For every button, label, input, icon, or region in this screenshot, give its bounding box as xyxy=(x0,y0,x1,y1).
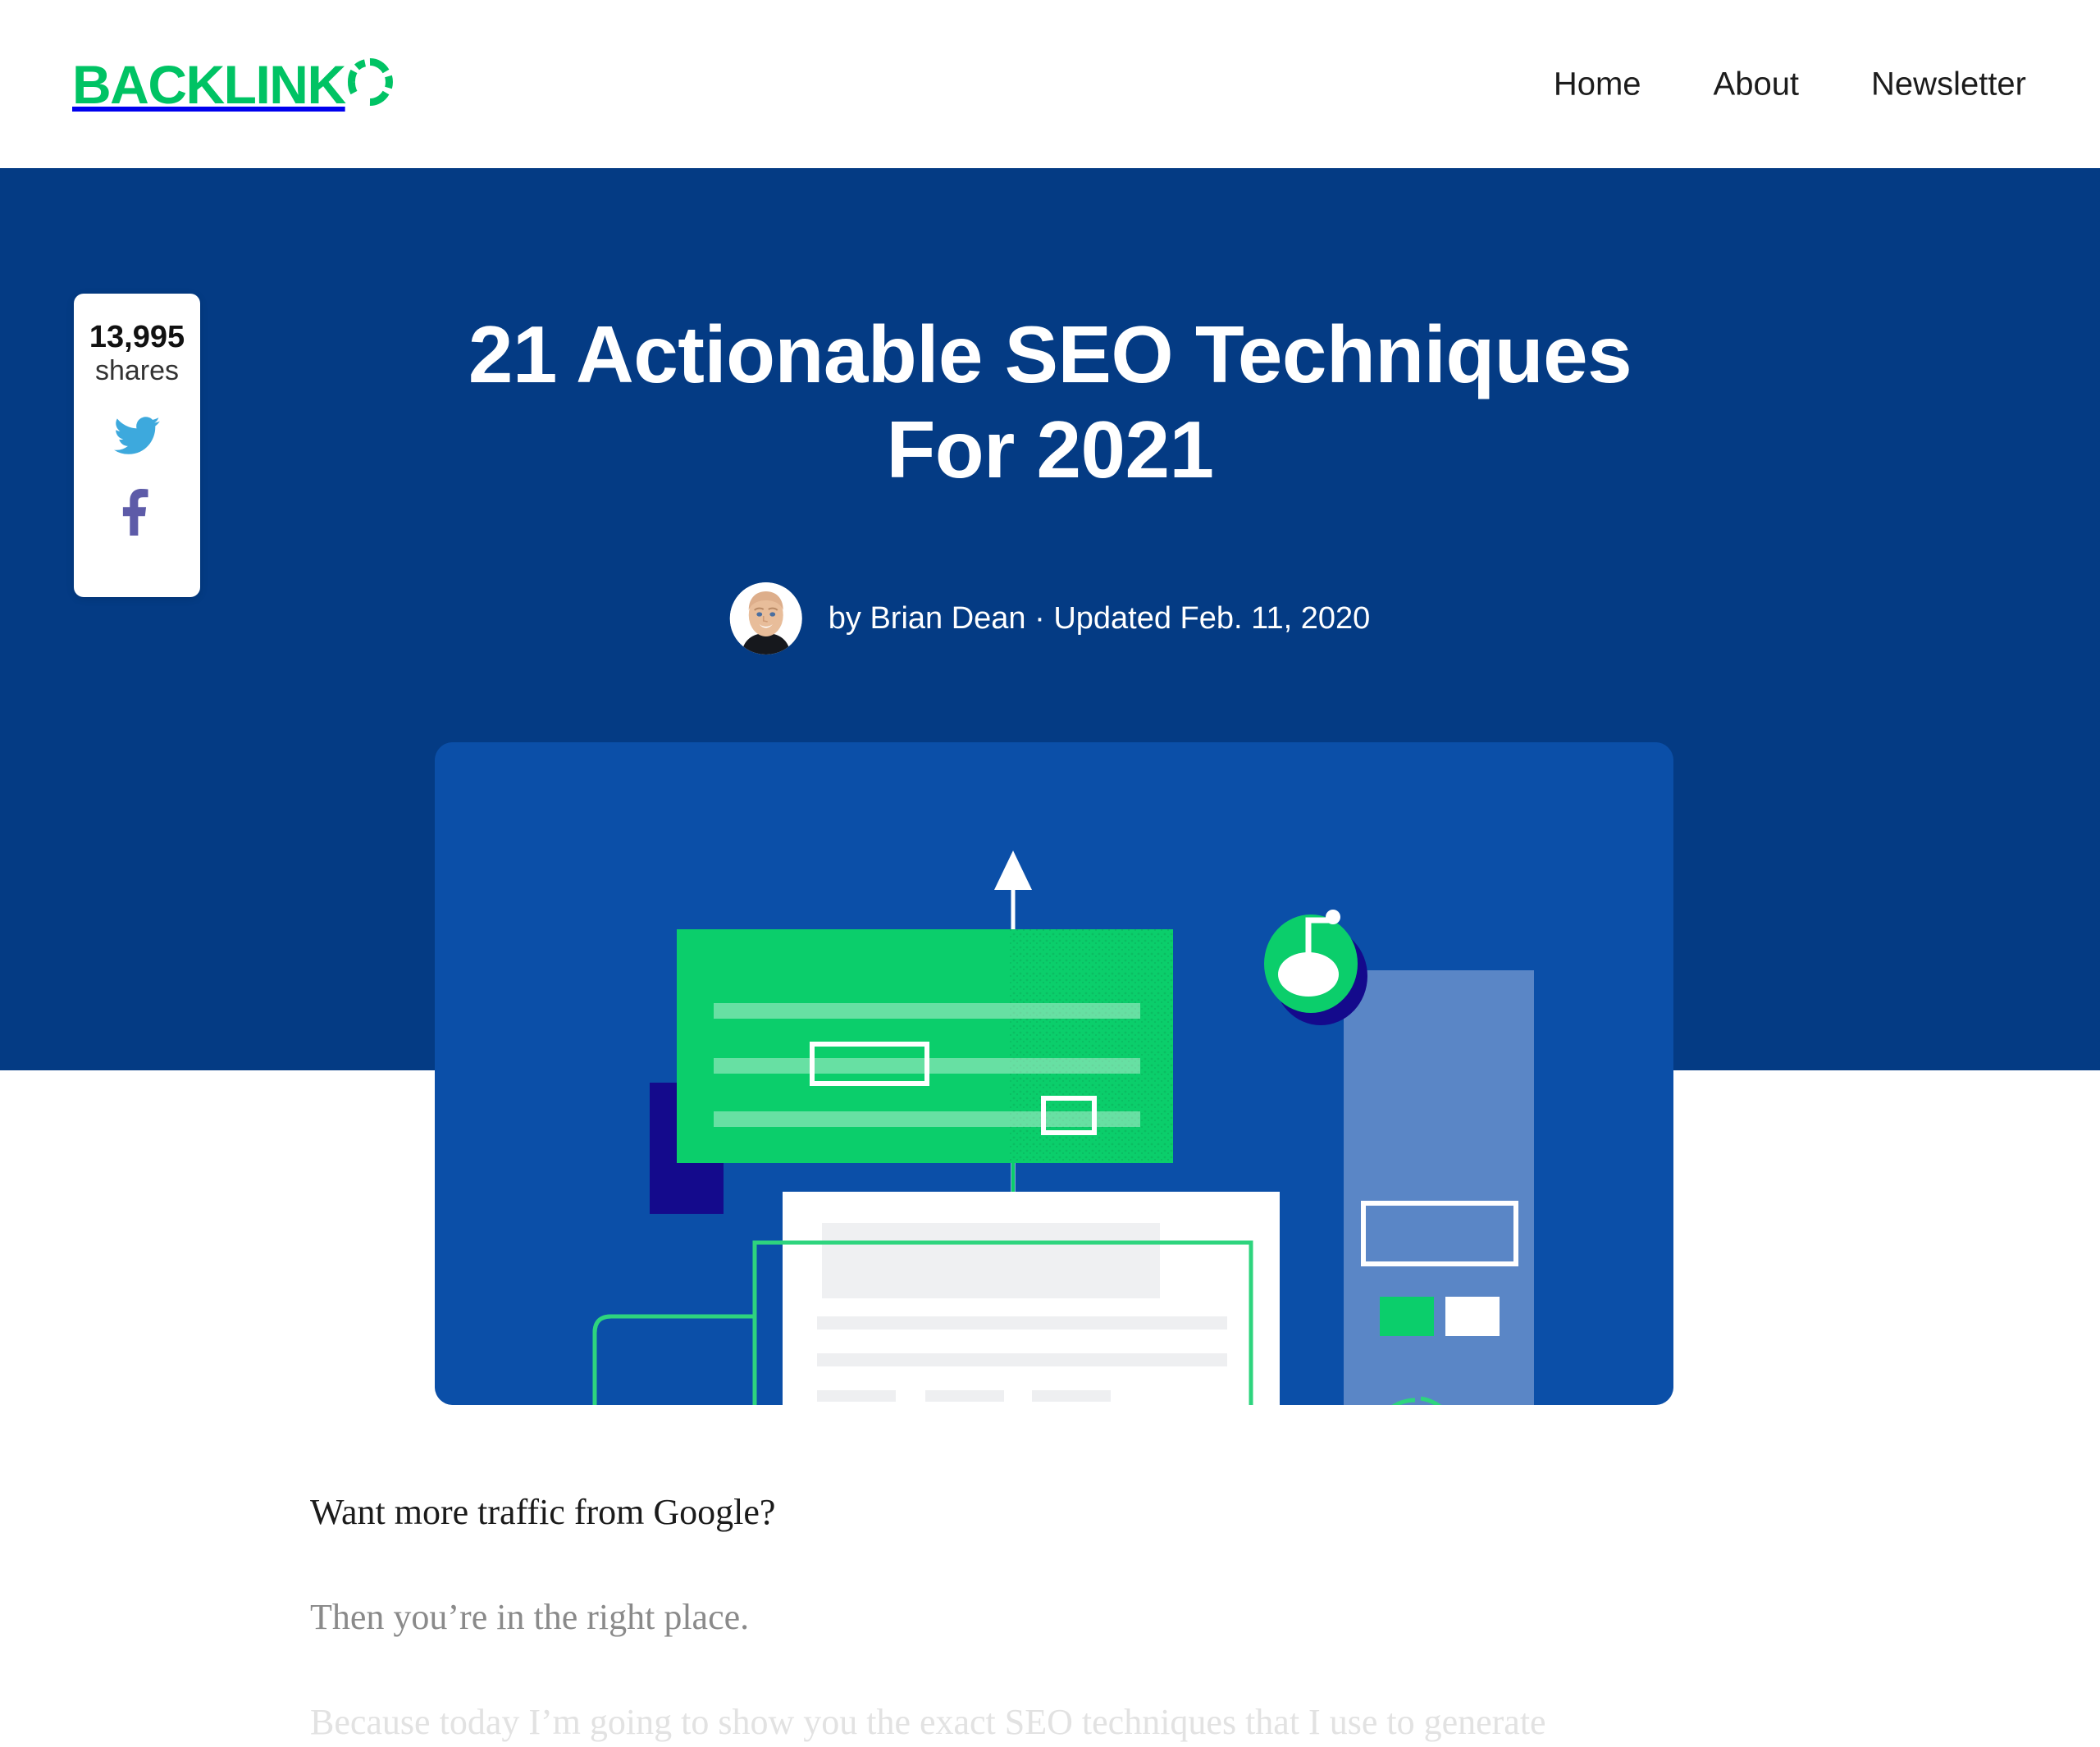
byline-text: by Brian Dean · Updated Feb. 11, 2020 xyxy=(828,600,1371,636)
avatar xyxy=(729,582,802,655)
byline: by Brian Dean · Updated Feb. 11, 2020 xyxy=(729,582,1371,655)
segmented-o-icon xyxy=(347,57,393,111)
paragraph-3: Because today I’m going to show you the … xyxy=(310,1702,1546,1743)
article-body: Want more traffic from Google? Then you’… xyxy=(310,1485,1828,1747)
seo-illustration-graphic xyxy=(435,742,1673,1405)
share-count: 13,995 xyxy=(89,320,185,354)
share-widget: 13,995 shares xyxy=(74,294,200,597)
share-facebook-button[interactable] xyxy=(108,487,166,538)
page-root: BACKLINK Home About Newsletter 21 Action… xyxy=(0,0,2100,1747)
twitter-icon xyxy=(110,413,164,461)
site-header: BACKLINK Home About Newsletter xyxy=(0,0,2100,168)
nav-item-home[interactable]: Home xyxy=(1554,66,1641,103)
site-logo[interactable]: BACKLINK xyxy=(72,57,393,112)
page-title: 21 Actionable SEO Techniques For 2021 xyxy=(468,309,1632,495)
share-label: shares xyxy=(94,354,180,386)
nav-item-newsletter[interactable]: Newsletter xyxy=(1871,66,2026,103)
main-nav: Home About Newsletter xyxy=(1554,66,2026,103)
logo-wordmark: BACKLINK xyxy=(72,53,346,115)
paragraph-2: Then you’re in the right place. xyxy=(310,1597,750,1638)
nav-item-about[interactable]: About xyxy=(1714,66,1800,103)
share-twitter-button[interactable] xyxy=(108,412,166,463)
hero-illustration xyxy=(435,742,1673,1405)
facebook-icon xyxy=(112,486,162,538)
paragraph-1: Want more traffic from Google? xyxy=(310,1492,776,1532)
